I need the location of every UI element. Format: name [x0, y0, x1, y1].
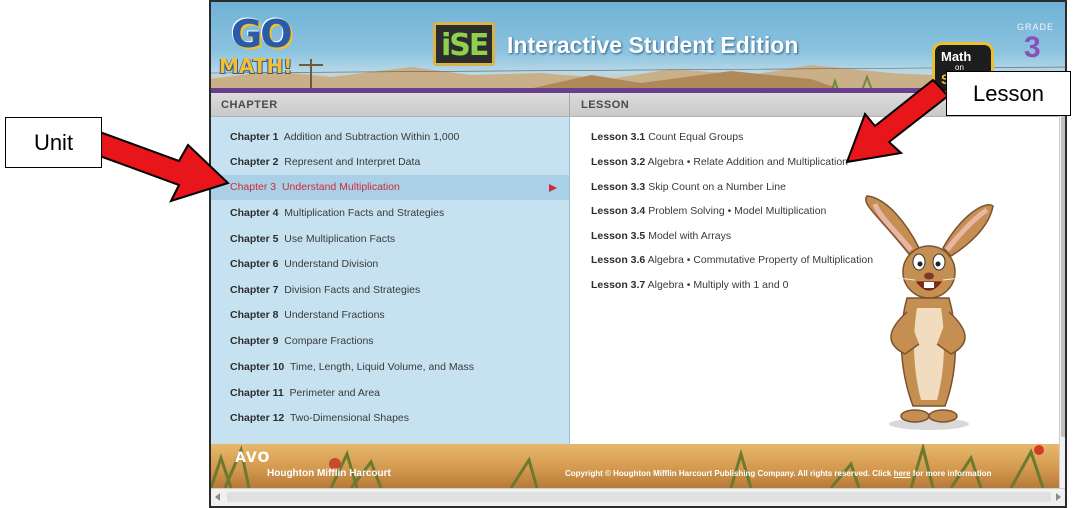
mos-line1: Math	[941, 49, 972, 64]
chapter-title: Multiplication Facts and Strategies	[284, 207, 445, 219]
header-banner: GO MATH! iSE Interactive Student Edition…	[211, 2, 1065, 93]
logo-math-text: MATH!	[219, 54, 293, 78]
chapter-item-6[interactable]: Chapter 6 Understand Division	[211, 252, 569, 277]
lesson-title: Model with Arrays	[648, 230, 732, 242]
ise-badge-icon: iSE	[433, 22, 495, 66]
lesson-title: Problem Solving • Model Multiplication	[648, 205, 827, 217]
chapter-title: Addition and Subtraction Within 1,000	[283, 131, 460, 143]
lesson-item-3-7[interactable]: Lesson 3.7 Algebra • Multiply with 1 and…	[591, 279, 788, 291]
chapter-list: Chapter 1 Addition and Subtraction Withi…	[211, 117, 570, 444]
chapter-title: Understand Division	[284, 258, 379, 270]
column-divider	[569, 93, 570, 117]
chapter-number: Chapter 1	[230, 131, 279, 143]
chapter-item-5[interactable]: Chapter 5 Use Multiplication Facts	[211, 227, 569, 252]
lesson-number: Lesson 3.1	[591, 131, 646, 143]
lesson-title: Count Equal Groups	[648, 131, 744, 143]
chapter-item-9[interactable]: Chapter 9 Compare Fractions	[211, 329, 569, 354]
chapter-title: Perimeter and Area	[289, 387, 381, 399]
chapter-number: Chapter 6	[230, 258, 279, 270]
desert-plants-illustration	[211, 444, 1045, 488]
scroll-right-arrow-icon[interactable]	[1056, 493, 1061, 501]
stage: GO MATH! iSE Interactive Student Edition…	[0, 0, 1079, 508]
chapter-item-11[interactable]: Chapter 11 Perimeter and Area	[211, 381, 569, 406]
ise-badge-text: iSE	[441, 28, 489, 63]
publisher-name: Houghton Mifflin Harcourt	[267, 468, 391, 479]
lesson-number: Lesson 3.3	[591, 181, 646, 193]
copyright-text: Copyright © Houghton Mifflin Harcourt Pu…	[565, 469, 991, 478]
grade-number: 3	[1024, 31, 1041, 64]
lesson-number: Lesson 3.6	[591, 254, 646, 266]
lesson-item-3-5[interactable]: Lesson 3.5 Model with Arrays	[591, 230, 731, 242]
ise-window: GO MATH! iSE Interactive Student Edition…	[209, 0, 1067, 508]
chapter-title: Division Facts and Strategies	[284, 284, 421, 296]
chapter-title: Use Multiplication Facts	[284, 233, 396, 245]
horizontal-scrollbar[interactable]	[211, 488, 1065, 506]
hmh-logo: AVO	[235, 450, 271, 466]
chapter-number: Chapter 2	[230, 156, 279, 168]
chapter-item-10[interactable]: Chapter 10 Time, Length, Liquid Volume, …	[211, 355, 569, 380]
lesson-item-3-1[interactable]: Lesson 3.1 Count Equal Groups	[591, 131, 743, 143]
lesson-item-3-4[interactable]: Lesson 3.4 Problem Solving • Model Multi…	[591, 205, 826, 217]
chapter-item-4[interactable]: Chapter 4 Multiplication Facts and Strat…	[211, 201, 569, 226]
unit-callout-label: Unit	[5, 117, 102, 168]
rabbit-mascot-illustration	[865, 195, 994, 430]
chapter-item-12[interactable]: Chapter 12 Two-Dimensional Shapes	[211, 406, 569, 431]
chapter-item-1[interactable]: Chapter 1 Addition and Subtraction Withi…	[211, 125, 569, 150]
chapter-number: Chapter 5	[230, 233, 279, 245]
lesson-title: Algebra • Multiply with 1 and 0	[647, 279, 789, 291]
lesson-number: Lesson 3.4	[591, 205, 646, 217]
vertical-scrollbar-thumb[interactable]	[1061, 97, 1065, 437]
lesson-column-header: LESSON	[581, 99, 630, 111]
horizontal-scrollbar-thumb[interactable]	[227, 492, 1051, 502]
copyright-more-info-link[interactable]: here	[894, 469, 911, 478]
lesson-title: Algebra • Relate Addition and Multiplica…	[647, 156, 849, 168]
app-title: Interactive Student Edition	[507, 32, 799, 58]
chapter-item-7[interactable]: Chapter 7 Division Facts and Strategies	[211, 278, 569, 303]
copyright-suffix: for more information	[910, 469, 992, 478]
lesson-item-3-3[interactable]: Lesson 3.3 Skip Count on a Number Line	[591, 181, 786, 193]
footer-banner: AVO Houghton Mifflin Harcourt Copyright …	[211, 444, 1065, 488]
copyright-prefix: Copyright © Houghton Mifflin Harcourt Pu…	[565, 469, 894, 478]
lesson-callout-label: Lesson	[946, 71, 1071, 116]
lesson-item-3-6[interactable]: Lesson 3.6 Algebra • Commutative Propert…	[591, 254, 873, 266]
lesson-number: Lesson 3.7	[591, 279, 646, 291]
chapter-title: Time, Length, Liquid Volume, and Mass	[289, 361, 474, 373]
chapter-number: Chapter 11	[230, 387, 284, 399]
chapter-number: Chapter 9	[230, 335, 279, 347]
lesson-number: Lesson 3.5	[591, 230, 646, 242]
chapter-number: Chapter 12	[230, 412, 285, 424]
lesson-title: Algebra • Commutative Property of Multip…	[647, 254, 874, 266]
chapter-title: Represent and Interpret Data	[284, 156, 421, 168]
chapter-title: Compare Fractions	[284, 335, 374, 347]
go-math-logo[interactable]: GO MATH!	[217, 10, 299, 82]
chapter-number: Chapter 4	[230, 207, 279, 219]
lesson-number: Lesson 3.2	[591, 156, 646, 168]
lesson-title: Skip Count on a Number Line	[648, 181, 786, 193]
chapter-column-header: CHAPTER	[221, 99, 278, 111]
vertical-scrollbar[interactable]	[1059, 93, 1065, 488]
scroll-left-arrow-icon[interactable]	[215, 493, 220, 501]
chapter-number: Chapter 8	[230, 309, 279, 321]
chapter-title: Two-Dimensional Shapes	[289, 412, 409, 424]
chapter-item-3[interactable]: Chapter 3 Understand Multiplication	[211, 175, 569, 200]
chapter-item-8[interactable]: Chapter 8 Understand Fractions	[211, 303, 569, 328]
chapter-item-2[interactable]: Chapter 2 Represent and Interpret Data	[211, 150, 569, 175]
column-headers: CHAPTER LESSON	[211, 93, 1065, 117]
selected-arrow-icon	[549, 184, 557, 192]
lesson-item-3-2[interactable]: Lesson 3.2 Algebra • Relate Addition and…	[591, 156, 848, 168]
chapter-title: Understand Fractions	[284, 309, 385, 321]
chapter-title: Understand Multiplication	[281, 181, 400, 193]
logo-go-text: GO	[231, 12, 292, 56]
chapter-number: Chapter 3	[230, 181, 277, 193]
chapter-number: Chapter 10	[230, 361, 285, 373]
chapter-number: Chapter 7	[230, 284, 279, 296]
